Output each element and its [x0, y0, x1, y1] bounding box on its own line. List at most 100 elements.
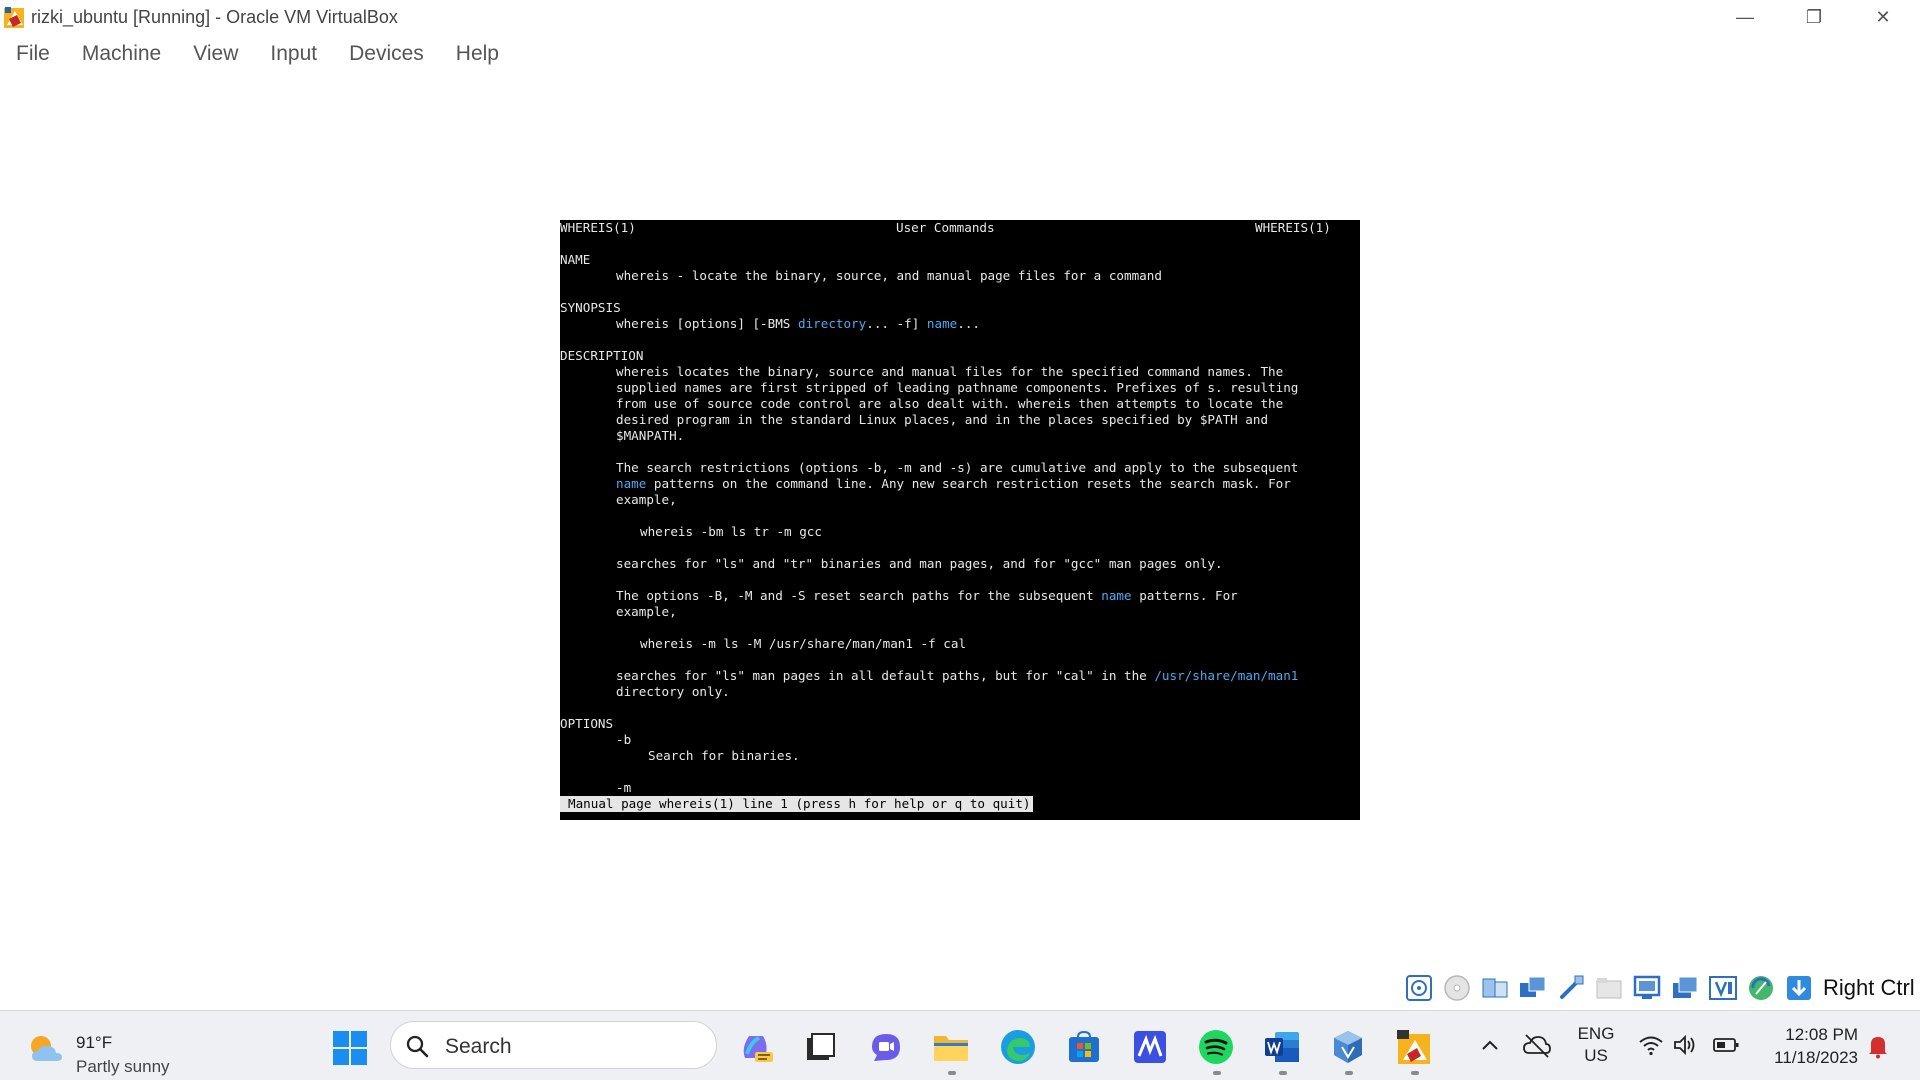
- option-flag: -b: [616, 732, 632, 747]
- synopsis-line: whereis [options] [-BMS directory... -f]…: [616, 316, 980, 332]
- copilot-icon: [743, 1036, 773, 1062]
- volume-icon[interactable]: [1672, 1033, 1698, 1057]
- description-line: example,: [616, 604, 677, 619]
- mouse-integration-indicator[interactable]: [1783, 972, 1815, 1004]
- display-icon: [1633, 975, 1661, 999]
- taskbar-app-edge[interactable]: [996, 1025, 1040, 1069]
- store-icon: [1069, 1030, 1099, 1062]
- section-heading-description: DESCRIPTION: [560, 348, 644, 363]
- wifi-icon[interactable]: [1638, 1033, 1664, 1057]
- hard-disk-indicator[interactable]: [1403, 972, 1435, 1004]
- section-heading-options: OPTIONS: [560, 716, 614, 731]
- virtualization-indicator[interactable]: [1707, 972, 1739, 1004]
- system-clock[interactable]: 12:08 PM 11/18/2023: [1752, 1023, 1858, 1069]
- description-line: directory only.: [616, 684, 730, 699]
- taskbar-app-microsoft-store[interactable]: [1062, 1025, 1106, 1069]
- taskbar-app-virtualbox[interactable]: [1326, 1025, 1370, 1075]
- notification-bell-icon[interactable]: [1866, 1033, 1890, 1059]
- taskbar-app-teams-chat[interactable]: [864, 1025, 908, 1069]
- hard-disk-icon: [1406, 975, 1432, 1001]
- example-command: whereis -m ls -M /usr/share/man/man1 -f …: [640, 636, 967, 651]
- host-key-label: Right Ctrl: [1823, 975, 1915, 1000]
- description-text: patterns. For: [1131, 588, 1238, 603]
- folder-icon: [934, 1036, 968, 1061]
- description-line: $MANPATH.: [616, 428, 685, 443]
- description-line: searches for "ls" man pages in all defau…: [616, 668, 1298, 684]
- description-line: whereis locates the binary, source and m…: [616, 364, 1284, 379]
- optical-disc-icon: [1444, 975, 1470, 1001]
- task-view-icon: [807, 1033, 835, 1060]
- network-icon: [1520, 976, 1546, 997]
- close-button[interactable]: ✕: [1848, 0, 1918, 34]
- word-icon: [1265, 1032, 1299, 1062]
- title-bar: rizki_ubuntu [Running] - Oracle VM Virtu…: [0, 0, 1920, 34]
- menu-devices[interactable]: Devices: [333, 36, 440, 72]
- restore-icon: ❐: [1805, 6, 1823, 27]
- shared-folders-indicator[interactable]: [1593, 972, 1625, 1004]
- man-header-right: WHEREIS(1): [1255, 220, 1331, 235]
- taskbar-app-file-explorer[interactable]: [929, 1025, 973, 1075]
- guest-additions-indicator[interactable]: [1745, 972, 1777, 1004]
- weather-temperature: 91°F: [76, 1033, 113, 1052]
- menu-input[interactable]: Input: [254, 36, 333, 72]
- start-button[interactable]: [332, 1030, 368, 1066]
- synopsis-text: ...: [957, 316, 980, 331]
- example-command: whereis -bm ls tr -m gcc: [640, 524, 822, 539]
- vm-display[interactable]: WHEREIS(1) User Commands WHEREIS(1) NAME…: [560, 220, 1360, 820]
- taskbar-app-copilot[interactable]: [734, 1025, 778, 1069]
- description-line: The search restrictions (options -b, -m …: [616, 460, 1299, 475]
- description-text: searches for "ls" man pages in all defau…: [616, 668, 1155, 683]
- menu-help[interactable]: Help: [440, 36, 515, 72]
- description-line: desired program in the standard Linux pl…: [616, 412, 1269, 427]
- battery-icon[interactable]: [1712, 1033, 1740, 1057]
- capture-icon: [1673, 976, 1698, 998]
- close-icon: ✕: [1875, 6, 1891, 27]
- menu-view[interactable]: View: [177, 36, 254, 72]
- terminal: WHEREIS(1) User Commands WHEREIS(1) NAME…: [560, 220, 1360, 820]
- usb-icon: [1560, 975, 1584, 999]
- running-indicator: [1345, 1071, 1353, 1075]
- running-indicator: [1411, 1071, 1419, 1075]
- taskbar-app-virtualbox-vm[interactable]: [1392, 1025, 1436, 1075]
- onedrive-offline-icon[interactable]: [1522, 1031, 1552, 1059]
- taskbar-app-task-view[interactable]: [798, 1025, 842, 1069]
- taskbar-app-word[interactable]: [1260, 1025, 1304, 1075]
- running-indicator: [1213, 1071, 1221, 1075]
- folder-icon: [1596, 978, 1622, 999]
- network-indicator[interactable]: [1517, 972, 1549, 1004]
- spotify-icon: [1199, 1030, 1233, 1064]
- recording-indicator[interactable]: [1669, 972, 1701, 1004]
- minimize-button[interactable]: —: [1710, 0, 1780, 34]
- optical-drive-indicator[interactable]: [1441, 972, 1473, 1004]
- menu-machine[interactable]: Machine: [66, 36, 177, 72]
- description-line: from use of source code control are also…: [616, 396, 1284, 411]
- menu-bar: File Machine View Input Devices Help: [0, 36, 515, 72]
- maximize-button[interactable]: ❐: [1779, 0, 1849, 34]
- language-code: ENG: [1577, 1024, 1615, 1043]
- chat-icon: [872, 1034, 900, 1061]
- arrow-down-icon: [1787, 976, 1811, 1000]
- synopsis-text: ... -f]: [866, 316, 927, 331]
- show-hidden-icons-chevron-icon[interactable]: [1478, 1033, 1502, 1057]
- man-header-left: WHEREIS(1): [560, 220, 636, 235]
- taskbar-app-mathpix[interactable]: [1128, 1025, 1172, 1069]
- running-indicator: [1279, 1071, 1287, 1075]
- minimize-icon: —: [1736, 6, 1754, 27]
- vm-status-bar: Right Ctrl: [1403, 970, 1915, 1006]
- weather-widget[interactable]: 91°F Partly sunny: [26, 1025, 206, 1076]
- menu-file[interactable]: File: [0, 36, 66, 72]
- display-indicator[interactable]: [1631, 972, 1663, 1004]
- clock-date: 11/18/2023: [1774, 1048, 1858, 1067]
- input-language[interactable]: ENG US: [1576, 1023, 1616, 1067]
- running-indicator: [948, 1071, 956, 1075]
- audio-icon: [1482, 978, 1508, 998]
- taskbar-app-spotify[interactable]: [1194, 1025, 1238, 1075]
- usb-indicator[interactable]: [1555, 972, 1587, 1004]
- audio-indicator[interactable]: [1479, 972, 1511, 1004]
- man-header-center: User Commands: [896, 220, 995, 235]
- section-heading-name: NAME: [560, 252, 591, 267]
- search-icon: [406, 1035, 429, 1058]
- taskbar: 91°F Partly sunny Search ENG US 12:08 PM…: [0, 1010, 1920, 1080]
- mathpix-icon: [1134, 1031, 1166, 1063]
- taskbar-search[interactable]: Search: [390, 1021, 717, 1069]
